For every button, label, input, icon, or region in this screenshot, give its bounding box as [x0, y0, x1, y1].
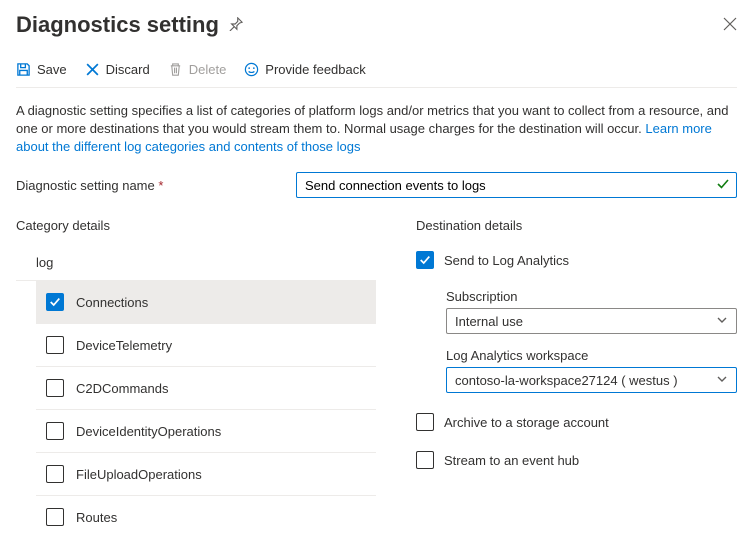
log-item-label: FileUploadOperations: [76, 467, 202, 482]
toolbar: Save Discard Delete Provide feedback: [16, 62, 737, 88]
log-item-label: C2DCommands: [76, 381, 168, 396]
checkbox-storage[interactable]: [416, 413, 434, 431]
dest-eventhub[interactable]: Stream to an event hub: [416, 451, 737, 469]
page-title: Diagnostics setting: [16, 12, 219, 38]
save-icon: [16, 62, 31, 77]
chevron-down-icon: [716, 314, 728, 329]
destination-details-column: Destination details Send to Log Analytic…: [416, 218, 737, 538]
log-analytics-details: Subscription Internal use Log Analytics …: [446, 289, 737, 393]
checkbox-c2dcommands[interactable]: [46, 379, 64, 397]
log-item-label: Routes: [76, 510, 117, 525]
log-item-label: DeviceTelemetry: [76, 338, 172, 353]
close-icon[interactable]: [723, 15, 737, 36]
log-item-label: Connections: [76, 295, 148, 310]
save-label: Save: [37, 62, 67, 77]
dest-storage[interactable]: Archive to a storage account: [416, 413, 737, 431]
subscription-select[interactable]: Internal use: [446, 308, 737, 334]
subscription-label: Subscription: [446, 289, 737, 304]
save-button[interactable]: Save: [16, 62, 67, 77]
delete-label: Delete: [189, 62, 227, 77]
log-item-routes[interactable]: Routes: [36, 496, 376, 538]
description-text: A diagnostic setting specifies a list of…: [16, 102, 737, 156]
log-item-label: DeviceIdentityOperations: [76, 424, 221, 439]
log-item-fileuploadoperations[interactable]: FileUploadOperations: [36, 453, 376, 496]
log-item-deviceidentityoperations[interactable]: DeviceIdentityOperations: [36, 410, 376, 453]
dest-eventhub-label: Stream to an event hub: [444, 453, 579, 468]
valid-check-icon: [716, 177, 730, 194]
category-heading: Category details: [16, 218, 376, 233]
name-field-label: Diagnostic setting name *: [16, 178, 296, 193]
discard-icon: [85, 62, 100, 77]
checkbox-routes[interactable]: [46, 508, 64, 526]
delete-button: Delete: [168, 62, 227, 77]
checkbox-connections[interactable]: [46, 293, 64, 311]
dest-log-analytics[interactable]: Send to Log Analytics: [416, 251, 737, 269]
checkbox-devicetelemetry[interactable]: [46, 336, 64, 354]
discard-label: Discard: [106, 62, 150, 77]
smile-icon: [244, 62, 259, 77]
log-list: Connections DeviceTelemetry C2DCommands Dev…: [36, 281, 376, 538]
trash-icon: [168, 62, 183, 77]
name-field-row: Diagnostic setting name *: [16, 172, 737, 198]
checkbox-deviceidentityoperations[interactable]: [46, 422, 64, 440]
discard-button[interactable]: Discard: [85, 62, 150, 77]
log-item-connections[interactable]: Connections: [36, 281, 376, 324]
log-item-c2dcommands[interactable]: C2DCommands: [36, 367, 376, 410]
log-item-devicetelemetry[interactable]: DeviceTelemetry: [36, 324, 376, 367]
chevron-down-icon: [716, 373, 728, 388]
checkbox-fileuploadoperations[interactable]: [46, 465, 64, 483]
workspace-select[interactable]: contoso-la-workspace27124 ( westus ): [446, 367, 737, 393]
checkbox-eventhub[interactable]: [416, 451, 434, 469]
checkbox-log-analytics[interactable]: [416, 251, 434, 269]
workspace-value: contoso-la-workspace27124 ( westus ): [455, 373, 678, 388]
pin-icon[interactable]: [229, 17, 243, 34]
feedback-button[interactable]: Provide feedback: [244, 62, 365, 77]
diagnostic-name-input[interactable]: [305, 178, 708, 193]
feedback-label: Provide feedback: [265, 62, 365, 77]
log-subheading: log: [16, 251, 376, 281]
page-header: Diagnostics setting: [16, 12, 737, 38]
required-indicator: *: [158, 178, 163, 193]
destination-heading: Destination details: [416, 218, 737, 233]
subscription-value: Internal use: [455, 314, 523, 329]
dest-storage-label: Archive to a storage account: [444, 415, 609, 430]
workspace-label: Log Analytics workspace: [446, 348, 737, 363]
category-details-column: Category details log Connections DeviceTe…: [16, 218, 376, 538]
dest-log-analytics-label: Send to Log Analytics: [444, 253, 569, 268]
name-input-wrap[interactable]: [296, 172, 737, 198]
